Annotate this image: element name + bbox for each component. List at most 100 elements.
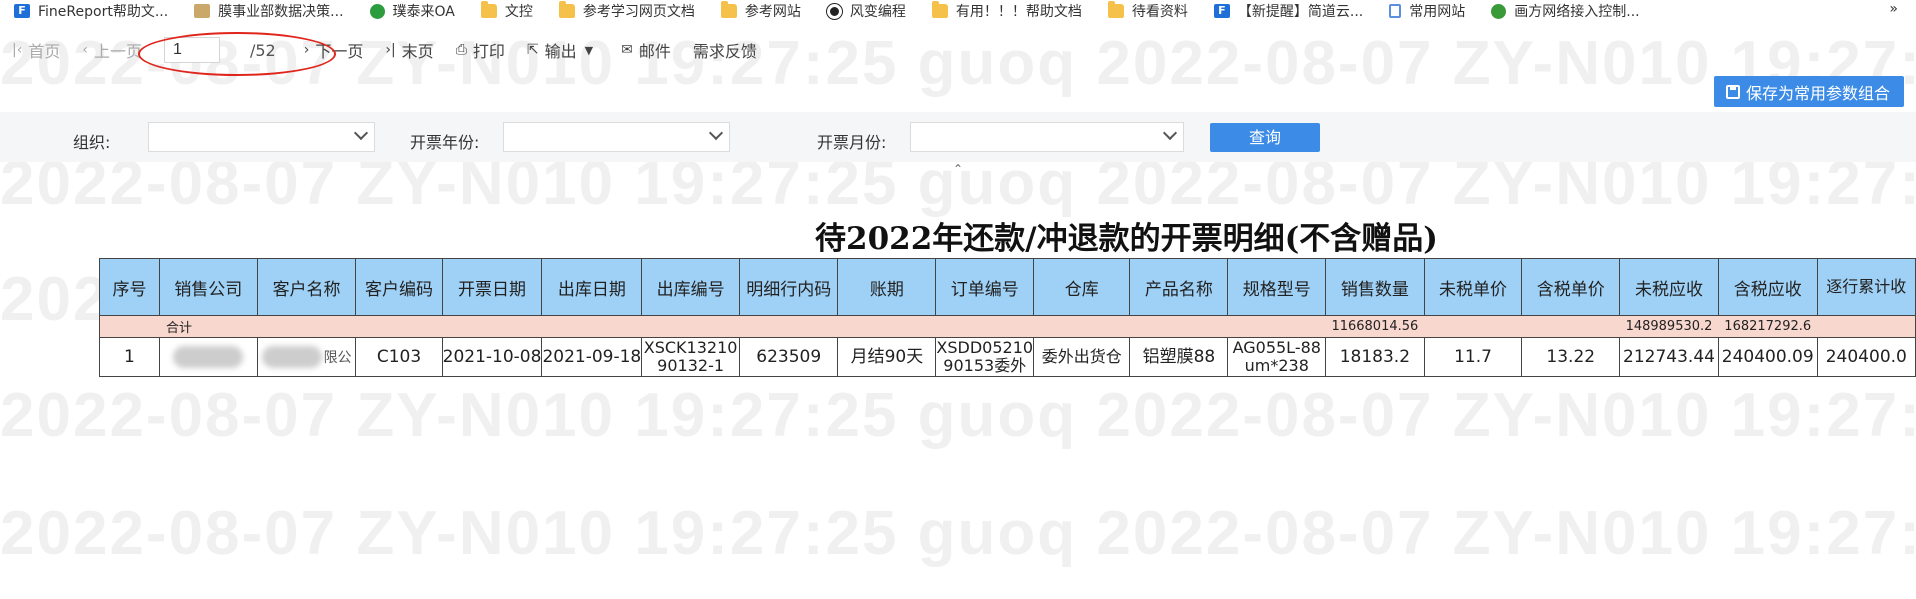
cell-out-date: 2021-09-18 <box>541 337 643 377</box>
cell-cumulative: 240400.0 <box>1816 337 1916 377</box>
bookmark-finereport[interactable]: F FineReport帮助文... <box>14 1 168 21</box>
bookmark-label: 常用网站 <box>1409 4 1466 20</box>
column-header: 规格型号 <box>1227 258 1327 316</box>
column-header: 客户编码 <box>355 258 443 316</box>
page-number-input[interactable] <box>163 37 220 63</box>
report-title: 待2022年还款/冲退款的开票明细(不含赠品) <box>815 221 1438 257</box>
org-label: 组织: <box>73 133 111 152</box>
cell-untaxed-price: 11.7 <box>1423 337 1523 377</box>
org-select[interactable] <box>148 122 375 152</box>
cell-untaxed-receivable: 212743.44 <box>1619 337 1719 377</box>
print-button[interactable]: ⎙ 打印 <box>456 38 505 62</box>
caret-down-icon: ▼ <box>584 43 594 57</box>
summary-label: 合计 <box>99 315 258 338</box>
export-icon: ⇱ <box>526 42 539 58</box>
first-page-label: 首页 <box>28 42 61 61</box>
query-button[interactable]: 查询 <box>1210 123 1320 152</box>
cell-no: 1 <box>99 337 160 377</box>
prev-page-icon: ‹ <box>82 42 88 58</box>
cell-taxed-price: 13.22 <box>1521 337 1621 377</box>
year-label: 开票年份: <box>410 133 480 152</box>
next-page-button[interactable]: › 下一页 <box>304 38 364 62</box>
report-table: 序号 销售公司 客户名称 客户编码 开票日期 出库日期 出库编号 明细行内码 账… <box>99 258 1916 377</box>
filter-panel: 组织: 开票年份: 开票月份: 查询 <box>0 112 1916 162</box>
collapse-filter-icon[interactable]: ⌃ <box>953 162 963 176</box>
summary-taxed: 168217292.6 <box>1718 315 1818 338</box>
year-select[interactable] <box>503 122 730 152</box>
cell-spec: AG055L-88um*238 <box>1227 337 1327 377</box>
summary-spacer <box>1817 315 1916 338</box>
bookmark-ref-sites[interactable]: 参考网站 <box>720 1 801 21</box>
save-params-label: 保存为常用参数组合 <box>1745 83 1890 103</box>
bookmark-network-access[interactable]: 画方网络接入控制... <box>1491 1 1640 21</box>
bookmarks-overflow-button[interactable]: » <box>1889 1 1898 17</box>
column-header: 含税单价 <box>1521 258 1621 316</box>
next-page-icon: › <box>303 42 310 58</box>
cell-line-code: 623509 <box>738 337 839 377</box>
column-header: 出库日期 <box>541 258 643 316</box>
summary-qty: 11668014.56 <box>1325 315 1425 338</box>
prev-page-label: 上一页 <box>93 42 142 61</box>
report-toolbar: |‹ 首页 ‹ 上一页 /52 › 下一页 ›| 末页 ⎙ 打印 ⇱ 输出 ▼ ✉ 邮件 需求反… <box>0 34 1916 66</box>
customer-name-fragment: 限公 <box>323 350 352 366</box>
bookmark-help-docs[interactable]: 有用！！！帮助文档 <box>931 1 1082 21</box>
document-icon <box>1389 4 1402 18</box>
export-button[interactable]: ⇱ 输出 ▼ <box>527 38 599 62</box>
save-icon <box>1725 84 1740 99</box>
bookmark-label: 参考网站 <box>744 4 801 20</box>
email-button[interactable]: ✉ 邮件 <box>621 38 671 62</box>
month-select[interactable] <box>910 122 1184 152</box>
column-header: 账期 <box>837 258 937 316</box>
bookmark-to-read[interactable]: 待看资料 <box>1107 1 1188 21</box>
prev-page-button[interactable]: ‹ 上一页 <box>82 38 142 62</box>
cell-invoice-date: 2021-10-08 <box>441 337 543 377</box>
page-total: /52 <box>249 40 276 60</box>
column-header: 客户名称 <box>256 258 357 316</box>
first-page-button[interactable]: |‹ 首页 <box>12 38 60 62</box>
bookmark-label: 文控 <box>504 4 533 20</box>
bookmark-fengbian[interactable]: 风变编程 <box>826 1 906 21</box>
feedback-label: 需求反馈 <box>692 42 757 61</box>
feedback-button[interactable]: 需求反馈 <box>693 38 757 62</box>
email-label: 邮件 <box>638 42 671 61</box>
save-params-button[interactable]: 保存为常用参数组合 <box>1713 76 1904 107</box>
gear-icon <box>369 3 385 19</box>
print-label: 打印 <box>472 42 505 61</box>
bookmark-study-docs[interactable]: 参考学习网页文档 <box>558 1 695 21</box>
bookmark-decision[interactable]: 膜事业部数据决策... <box>194 1 344 21</box>
column-header: 订单编号 <box>935 258 1035 316</box>
bookmark-label: 参考学习网页文档 <box>582 4 695 20</box>
column-header: 出库编号 <box>641 258 740 316</box>
folder-icon <box>558 1 575 18</box>
bookmark-label: 有用！！！帮助文档 <box>955 4 1082 20</box>
chevron-down-icon <box>1162 125 1178 141</box>
table-row[interactable]: 1 限公 C103 2021-10-08 2021-09-18 XSCK1321… <box>99 337 1916 377</box>
export-label: 输出 <box>544 42 577 61</box>
bookmark-label: 璞泰来OA <box>392 4 455 20</box>
last-page-button[interactable]: ›| 末页 <box>385 38 433 62</box>
column-header: 明细行内码 <box>738 258 839 316</box>
column-header: 序号 <box>99 258 160 316</box>
cell-term: 月结90天 <box>837 337 937 377</box>
month-label: 开票月份: <box>817 133 887 152</box>
column-header: 产品名称 <box>1129 258 1229 316</box>
bookmark-jiandaoyun[interactable]: F 【新提醒】简道云... <box>1213 1 1364 21</box>
bookmark-label: 【新提醒】简道云... <box>1237 4 1364 20</box>
finereport-icon: F <box>1213 4 1230 18</box>
cell-customer-name: 限公 <box>256 337 357 377</box>
bookmark-label: 膜事业部数据决策... <box>218 4 344 20</box>
cell-warehouse: 委外出货仓 <box>1033 337 1131 377</box>
bookmark-common-sites[interactable]: 常用网站 <box>1389 1 1465 21</box>
column-header: 仓库 <box>1033 258 1131 316</box>
cell-order-no: XSDD0521090153委外 <box>935 337 1035 377</box>
column-header: 逐行累计收 <box>1816 258 1916 316</box>
bookmark-label: FineReport帮助文... <box>38 4 169 20</box>
first-page-icon: |‹ <box>12 42 23 58</box>
cell-qty: 18183.2 <box>1325 337 1425 377</box>
bookmark-doc-control[interactable]: 文控 <box>480 1 533 21</box>
bookmark-label: 画方网络接入控制... <box>1514 4 1640 20</box>
bookmark-oa[interactable]: 璞泰来OA <box>369 1 455 21</box>
column-header: 未税单价 <box>1423 258 1523 316</box>
folder-icon <box>931 1 948 18</box>
column-header: 销售数量 <box>1325 258 1425 316</box>
